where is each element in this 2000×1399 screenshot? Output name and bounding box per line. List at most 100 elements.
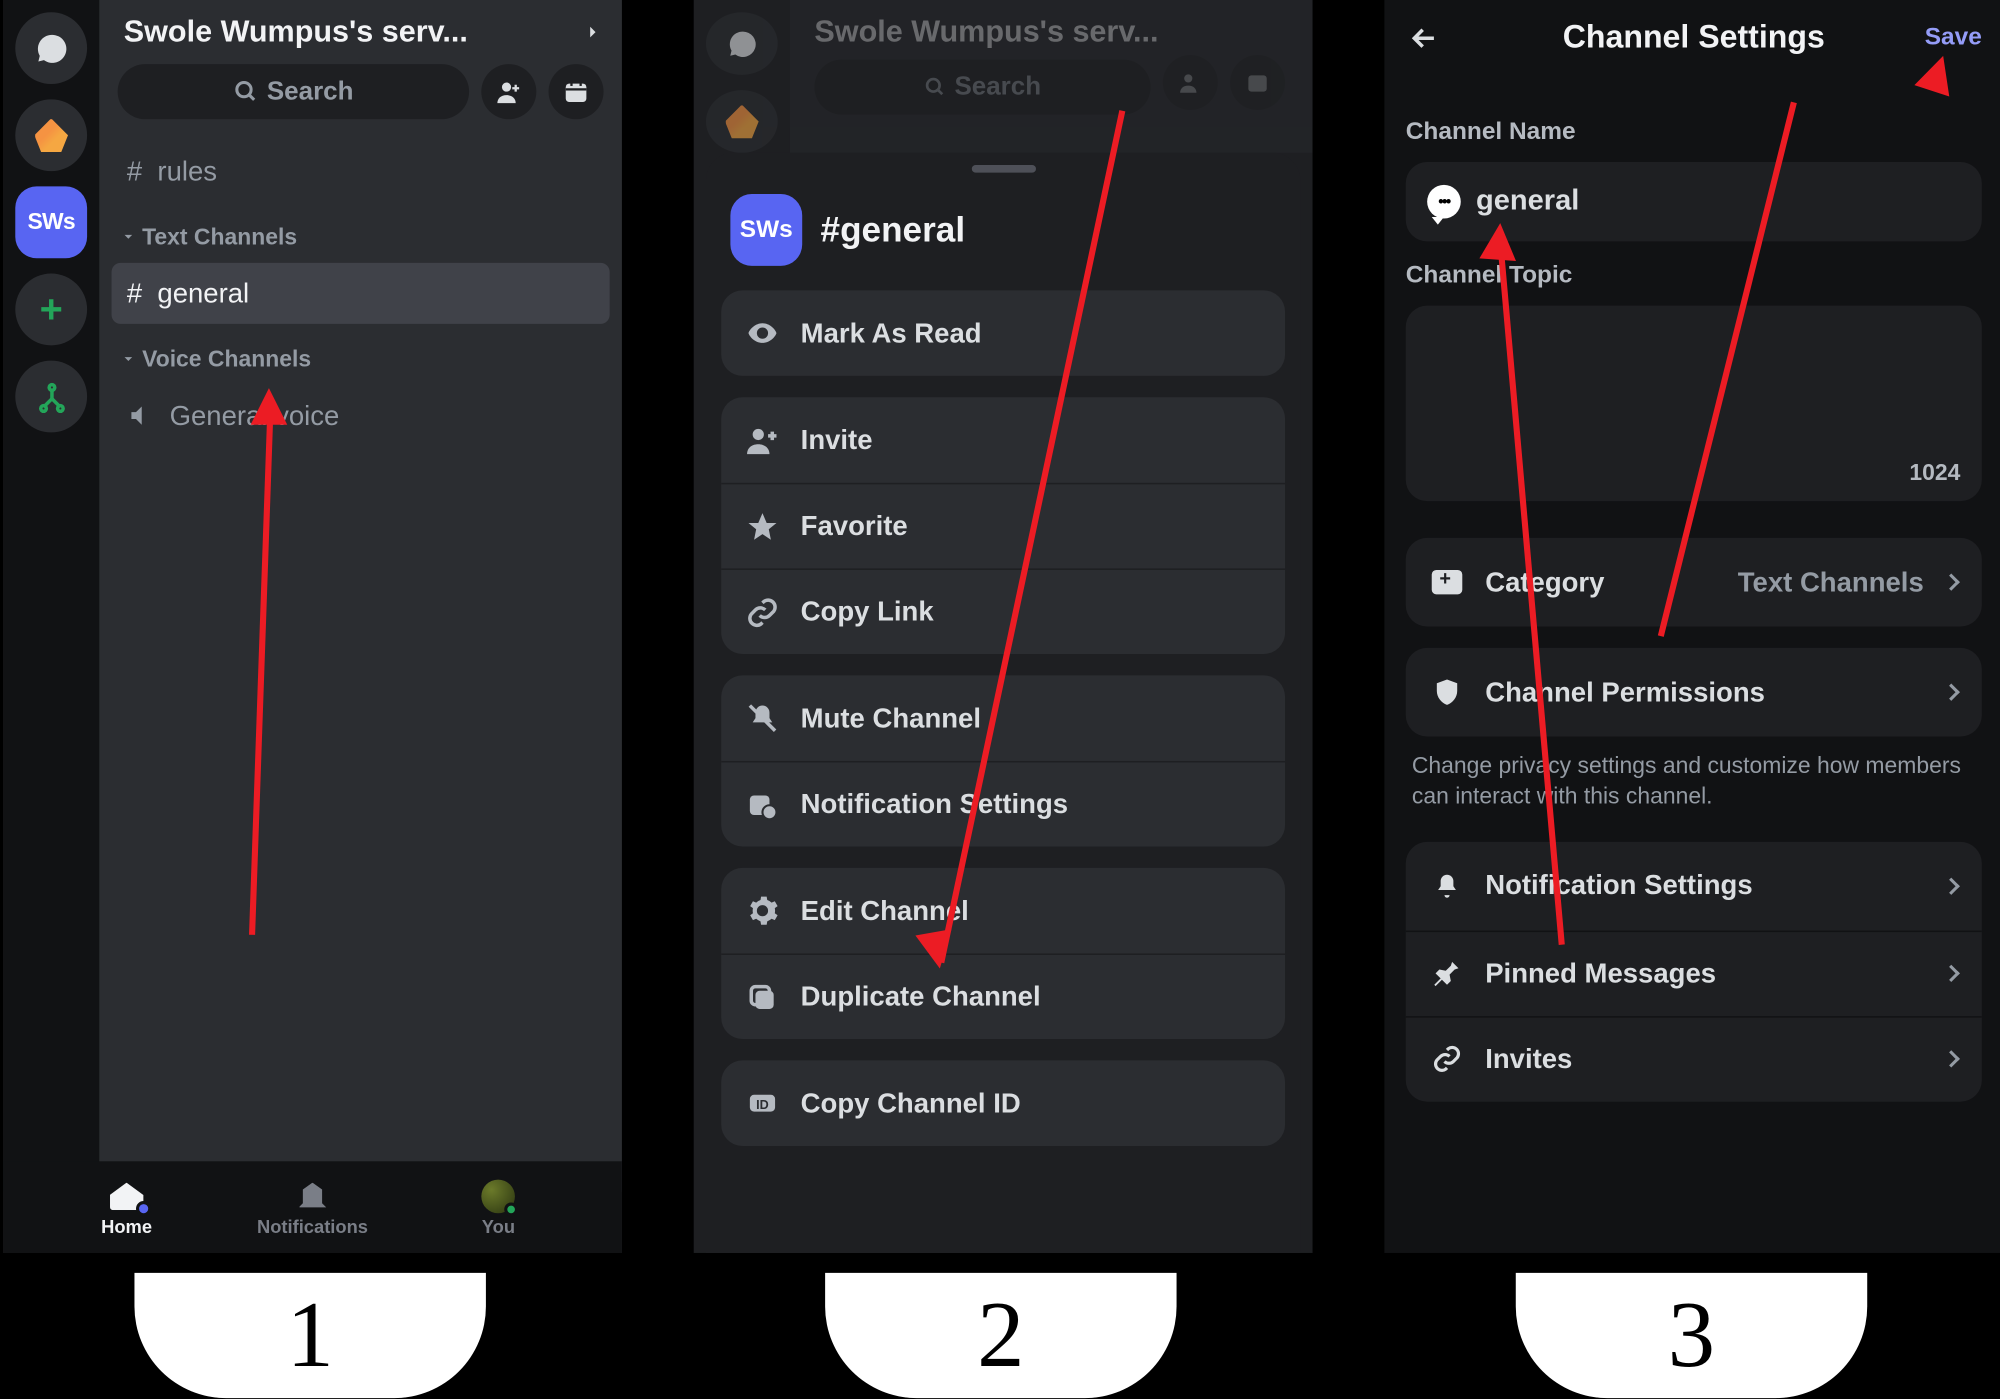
bottom-tab-bar: Home Notifications You bbox=[3, 1161, 622, 1253]
panel-3-channel-settings: Channel Settings Save Channel Name ••• g… bbox=[1384, 0, 2000, 1253]
setting-permissions[interactable]: Channel Permissions bbox=[1406, 648, 1982, 737]
action-duplicate-channel[interactable]: Duplicate Channel bbox=[721, 953, 1285, 1039]
id-icon: ID bbox=[746, 1086, 780, 1120]
label-channel-name: Channel Name bbox=[1406, 119, 1982, 147]
setting-pinned[interactable]: Pinned Messages bbox=[1406, 930, 1982, 1016]
tab-home[interactable]: Home bbox=[34, 1180, 220, 1238]
annotation-arrow-head bbox=[915, 929, 957, 971]
channel-rules[interactable]: # rules bbox=[112, 141, 610, 202]
action-notification-settings[interactable]: Notification Settings bbox=[721, 761, 1285, 847]
duplicate-icon bbox=[746, 980, 780, 1014]
section-label: Text Channels bbox=[142, 224, 297, 250]
arrow-left-icon bbox=[1407, 21, 1441, 55]
channel-label: rules bbox=[157, 155, 217, 187]
mute-icon bbox=[746, 701, 780, 735]
step-tab-1: 1 bbox=[134, 1273, 485, 1398]
chat-icon: ••• bbox=[1427, 185, 1461, 219]
action-label: Invite bbox=[801, 424, 873, 456]
chevron-down-icon bbox=[121, 229, 136, 244]
star-icon bbox=[746, 510, 780, 544]
chevron-right-icon bbox=[1943, 684, 1960, 701]
dim-server-rail bbox=[694, 0, 790, 153]
setting-invites[interactable]: Invites bbox=[1406, 1015, 1982, 1101]
speaker-icon bbox=[127, 402, 155, 430]
channel-label: general bbox=[157, 277, 249, 309]
action-edit-channel[interactable]: Edit Channel bbox=[721, 868, 1285, 954]
link-icon bbox=[1430, 1042, 1464, 1076]
chevron-right-icon bbox=[582, 21, 603, 42]
action-copy-link[interactable]: Copy Link bbox=[721, 568, 1285, 654]
chevron-right-icon bbox=[1943, 877, 1960, 894]
server-title: Swole Wumpus's serv... bbox=[124, 15, 468, 50]
discover-button[interactable] bbox=[15, 361, 87, 433]
annotation-arrow-head bbox=[251, 388, 288, 425]
action-mark-as-read[interactable]: Mark As Read bbox=[721, 290, 1285, 376]
notification-settings-icon bbox=[746, 788, 780, 822]
setting-category[interactable]: Category Text Channels bbox=[1406, 538, 1982, 627]
svg-text:ID: ID bbox=[756, 1098, 769, 1112]
setting-label: Channel Permissions bbox=[1485, 676, 1765, 708]
action-copy-channel-id[interactable]: ID Copy Channel ID bbox=[721, 1060, 1285, 1146]
search-label: Search bbox=[267, 76, 354, 107]
section-text-channels[interactable]: Text Channels bbox=[112, 211, 610, 263]
server-icon-sws[interactable]: SWs bbox=[15, 186, 87, 258]
bell-icon bbox=[1430, 869, 1464, 903]
bell-icon bbox=[299, 1183, 327, 1211]
back-button[interactable] bbox=[1403, 17, 1446, 60]
dm-home-icon[interactable] bbox=[15, 12, 87, 84]
label-channel-topic: Channel Topic bbox=[1406, 263, 1982, 291]
events-button[interactable] bbox=[549, 64, 604, 119]
action-label: Duplicate Channel bbox=[801, 981, 1041, 1013]
settings-nav-bar: Channel Settings Save bbox=[1384, 0, 2000, 76]
channel-list-pane: Swole Wumpus's serv... Search # rules Te bbox=[99, 0, 622, 1192]
search-input[interactable]: Search bbox=[118, 64, 469, 119]
sheet-header: SWs #general bbox=[721, 188, 1285, 290]
char-counter: 1024 bbox=[1909, 460, 1960, 486]
hash-icon: # bbox=[127, 277, 142, 309]
page-title: Channel Settings bbox=[1563, 20, 1825, 57]
tab-you[interactable]: You bbox=[405, 1180, 591, 1238]
input-value: general bbox=[1476, 185, 1579, 219]
eye-icon bbox=[746, 316, 780, 350]
server-rail: SWs + bbox=[3, 0, 99, 1192]
step-tab-2: 2 bbox=[825, 1273, 1176, 1398]
section-voice-channels[interactable]: Voice Channels bbox=[112, 333, 610, 385]
folder-plus-icon bbox=[1430, 565, 1464, 599]
tab-notifications[interactable]: Notifications bbox=[220, 1180, 406, 1238]
channel-name-header: #general bbox=[821, 209, 966, 250]
setting-notification[interactable]: Notification Settings bbox=[1406, 841, 1982, 930]
action-mute-channel[interactable]: Mute Channel bbox=[721, 675, 1285, 761]
action-label: Edit Channel bbox=[801, 895, 969, 927]
chevron-right-icon bbox=[1943, 574, 1960, 591]
annotation-arrow-head bbox=[1479, 222, 1518, 261]
setting-label: Category bbox=[1485, 566, 1604, 598]
server-header[interactable]: Swole Wumpus's serv... bbox=[99, 0, 622, 55]
add-server-button[interactable]: + bbox=[15, 274, 87, 346]
pin-icon bbox=[1430, 957, 1464, 991]
action-invite[interactable]: Invite bbox=[721, 397, 1285, 483]
sheet-handle[interactable] bbox=[971, 165, 1035, 173]
setting-label: Pinned Messages bbox=[1485, 957, 1716, 989]
server-icon-sws: SWs bbox=[730, 194, 802, 266]
action-label: Favorite bbox=[801, 510, 908, 542]
action-label: Copy Link bbox=[801, 596, 934, 628]
save-button[interactable]: Save bbox=[1925, 24, 1982, 52]
setting-label: Invites bbox=[1485, 1043, 1572, 1075]
shield-icon bbox=[1430, 675, 1464, 709]
action-label: Notification Settings bbox=[801, 788, 1068, 820]
add-member-button[interactable] bbox=[481, 64, 536, 119]
channel-general[interactable]: # general bbox=[112, 263, 610, 324]
action-label: Mute Channel bbox=[801, 702, 981, 734]
server-icon-fire[interactable] bbox=[15, 99, 87, 171]
avatar-icon bbox=[482, 1180, 516, 1214]
action-favorite[interactable]: Favorite bbox=[721, 483, 1285, 569]
dim-search: Search bbox=[814, 60, 1150, 115]
chevron-down-icon bbox=[121, 351, 136, 366]
channel-general-voice[interactable]: General voice bbox=[112, 385, 610, 446]
chevron-right-icon bbox=[1943, 965, 1960, 982]
calendar-icon bbox=[562, 78, 590, 106]
panel-1-server-view: SWs + Swole Wumpus's serv... Search # bbox=[3, 0, 622, 1253]
step-tab-3: 3 bbox=[1516, 1273, 1867, 1398]
channel-topic-input[interactable]: 1024 bbox=[1406, 306, 1982, 502]
chevron-right-icon bbox=[1943, 1050, 1960, 1067]
